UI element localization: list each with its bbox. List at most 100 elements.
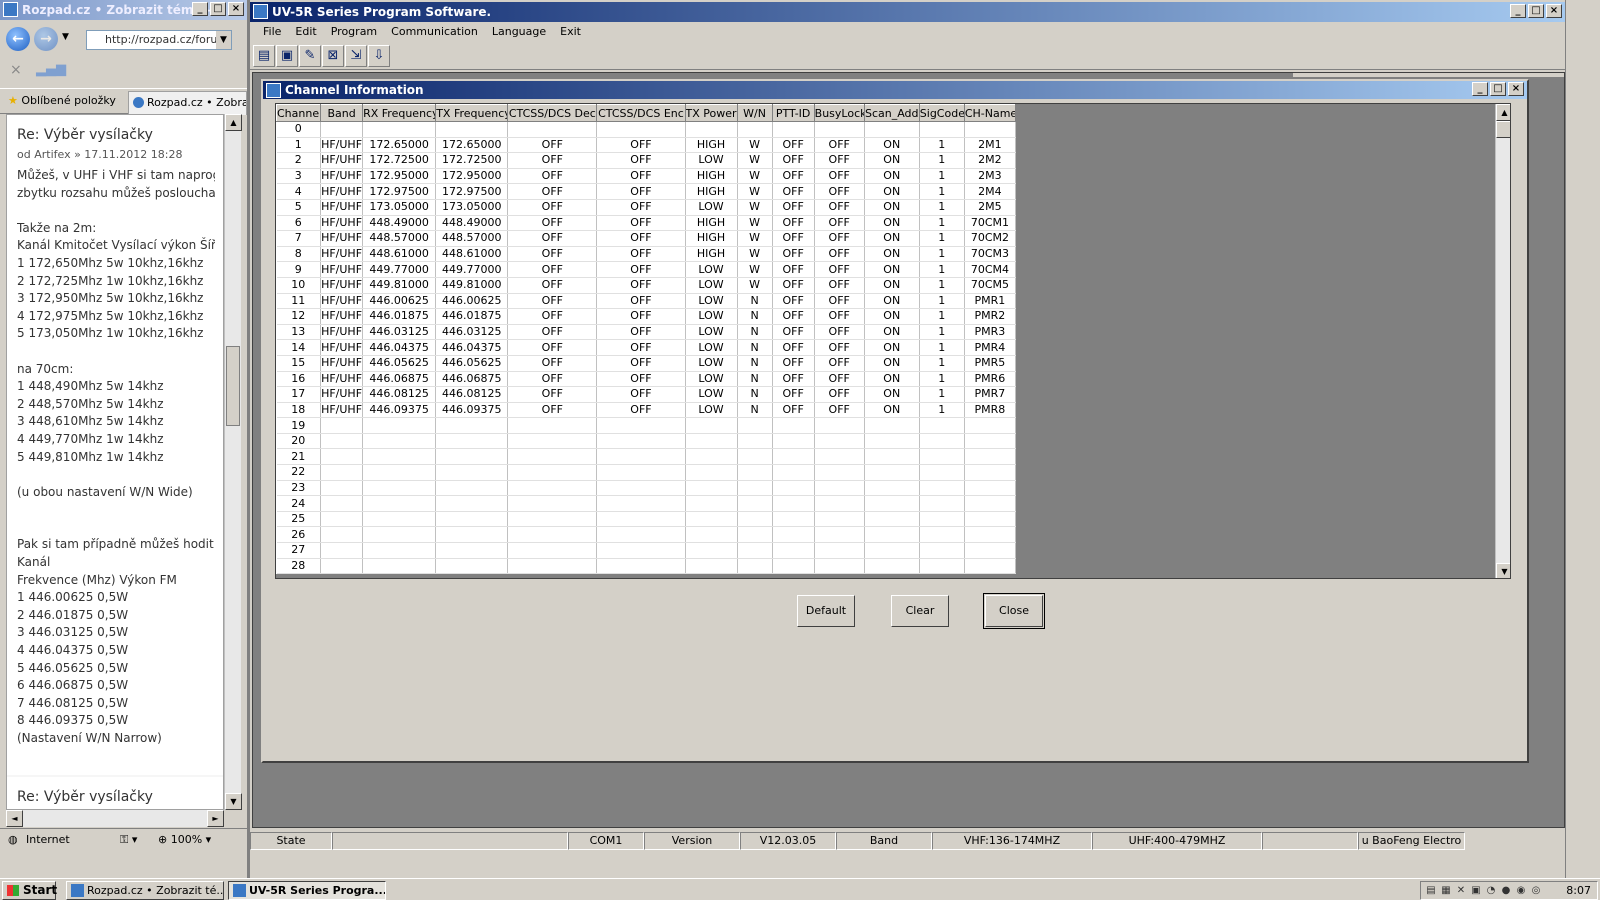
table-cell[interactable]: 172.97500 (435, 183, 509, 200)
antivirus-icon[interactable]: ◉ (1515, 885, 1527, 897)
table-cell[interactable] (964, 480, 1017, 497)
table-cell[interactable]: OFF (772, 230, 815, 247)
table-cell[interactable] (737, 558, 773, 575)
scroll-down-icon[interactable]: ▼ (225, 793, 242, 810)
table-cell[interactable] (864, 480, 920, 497)
table-cell[interactable] (919, 464, 965, 481)
table-cell[interactable]: W (737, 246, 773, 263)
table-cell[interactable]: 1 (919, 152, 965, 169)
table-cell[interactable]: OFF (814, 402, 865, 419)
table-cell[interactable] (919, 448, 965, 466)
table-cell[interactable] (362, 417, 437, 434)
table-cell[interactable]: LOW (685, 355, 738, 372)
table-cell[interactable]: N (737, 386, 773, 403)
table-cell[interactable] (685, 558, 738, 575)
language-icon[interactable]: ▤ (1425, 885, 1437, 897)
browser-minimize-button[interactable]: _ (192, 2, 208, 16)
table-cell[interactable]: OFF (507, 168, 598, 185)
table-cell[interactable] (919, 433, 965, 450)
table-cell[interactable] (737, 121, 773, 138)
table-cell[interactable]: ON (864, 402, 920, 419)
table-cell[interactable]: LOW (685, 293, 738, 310)
table-cell[interactable]: OFF (814, 183, 865, 200)
column-header[interactable]: BusyLock (813, 104, 865, 122)
menu-exit[interactable]: Exit (553, 22, 588, 42)
table-cell[interactable]: 8 (276, 246, 322, 263)
table-cell[interactable] (919, 511, 965, 528)
table-cell[interactable]: HF/UHF (320, 215, 364, 232)
table-cell[interactable] (919, 417, 965, 434)
table-cell[interactable] (362, 480, 437, 497)
table-row[interactable]: 1 HF/UHF 172.65000 172.65000 OFF OFF HIGH W OFF O… (276, 137, 1017, 154)
table-cell[interactable]: 446.00625 (435, 293, 509, 310)
table-cell[interactable] (772, 480, 815, 497)
table-cell[interactable]: N (737, 324, 773, 341)
table-cell[interactable]: OFF (772, 137, 815, 154)
table-cell[interactable]: HF/UHF (320, 339, 364, 356)
table-cell[interactable]: PMR6 (964, 371, 1017, 388)
table-cell[interactable] (507, 495, 598, 512)
table-row[interactable]: 28 (276, 558, 1017, 575)
table-cell[interactable]: 446.00625 (362, 293, 437, 310)
table-cell[interactable]: OFF (596, 168, 686, 185)
table-cell[interactable] (435, 558, 509, 575)
table-cell[interactable] (507, 417, 598, 434)
table-cell[interactable] (320, 526, 364, 544)
table-cell[interactable] (507, 464, 598, 481)
table-cell[interactable] (596, 480, 686, 497)
table-cell[interactable]: OFF (772, 183, 815, 200)
table-cell[interactable]: 23 (276, 480, 322, 497)
table-cell[interactable]: HF/UHF (320, 152, 364, 169)
table-cell[interactable]: 1 (276, 137, 322, 154)
table-cell[interactable] (320, 433, 364, 450)
table-cell[interactable]: 446.05625 (435, 355, 509, 372)
table-cell[interactable]: 14 (276, 339, 322, 356)
table-cell[interactable] (814, 464, 865, 481)
table-cell[interactable]: 24 (276, 495, 322, 512)
table-cell[interactable] (320, 464, 364, 481)
table-cell[interactable]: W (737, 199, 773, 216)
column-header[interactable]: PTT-ID (771, 104, 815, 122)
table-cell[interactable] (320, 121, 364, 138)
table-row[interactable]: 3 HF/UHF 172.95000 172.95000 OFF OFF HIGH W OFF O… (276, 168, 1017, 185)
table-cell[interactable]: OFF (772, 308, 815, 325)
table-cell[interactable] (919, 480, 965, 497)
menu-program[interactable]: Program (324, 22, 384, 42)
zoom-control[interactable]: ⊕ 100% ▾ (158, 829, 211, 851)
table-cell[interactable]: PMR5 (964, 355, 1017, 372)
table-cell[interactable] (320, 448, 364, 466)
table-cell[interactable]: 16 (276, 371, 322, 388)
table-cell[interactable] (772, 464, 815, 481)
table-cell[interactable] (435, 542, 509, 559)
table-cell[interactable] (685, 526, 738, 544)
table-cell[interactable]: HIGH (685, 215, 738, 232)
table-cell[interactable]: OFF (814, 308, 865, 325)
table-row[interactable]: 12 HF/UHF 446.01875 446.01875 OFF OFF LOW N OFF O… (276, 308, 1017, 325)
table-cell[interactable] (507, 558, 598, 575)
table-cell[interactable]: HF/UHF (320, 308, 364, 325)
table-cell[interactable]: 18 (276, 402, 322, 419)
table-cell[interactable]: 0 (276, 121, 322, 138)
table-cell[interactable]: 172.95000 (362, 168, 437, 185)
table-cell[interactable]: ON (864, 137, 920, 154)
table-cell[interactable]: 9 (276, 261, 322, 278)
table-cell[interactable]: OFF (814, 261, 865, 278)
table-cell[interactable]: OFF (507, 293, 598, 310)
table-cell[interactable] (814, 558, 865, 575)
table-cell[interactable]: OFF (596, 215, 686, 232)
column-header[interactable]: RX Frequency (362, 104, 437, 122)
child-maximize-button[interactable]: □ (1490, 82, 1506, 96)
table-cell[interactable]: LOW (685, 152, 738, 169)
table-cell[interactable]: OFF (772, 402, 815, 419)
table-cell[interactable]: W (737, 168, 773, 185)
write-icon[interactable]: ⊠ (322, 45, 344, 67)
program-maximize-button[interactable]: □ (1528, 4, 1544, 18)
table-cell[interactable]: OFF (507, 386, 598, 403)
table-row[interactable]: 10 HF/UHF 449.81000 449.81000 OFF OFF LOW W OFF O… (276, 277, 1017, 294)
table-cell[interactable] (507, 526, 598, 544)
table-cell[interactable] (737, 526, 773, 544)
table-cell[interactable] (507, 542, 598, 559)
table-cell[interactable] (320, 495, 364, 512)
browser-horizontal-scrollbar[interactable]: ◄ ► (6, 810, 224, 827)
table-cell[interactable]: HF/UHF (320, 277, 364, 294)
